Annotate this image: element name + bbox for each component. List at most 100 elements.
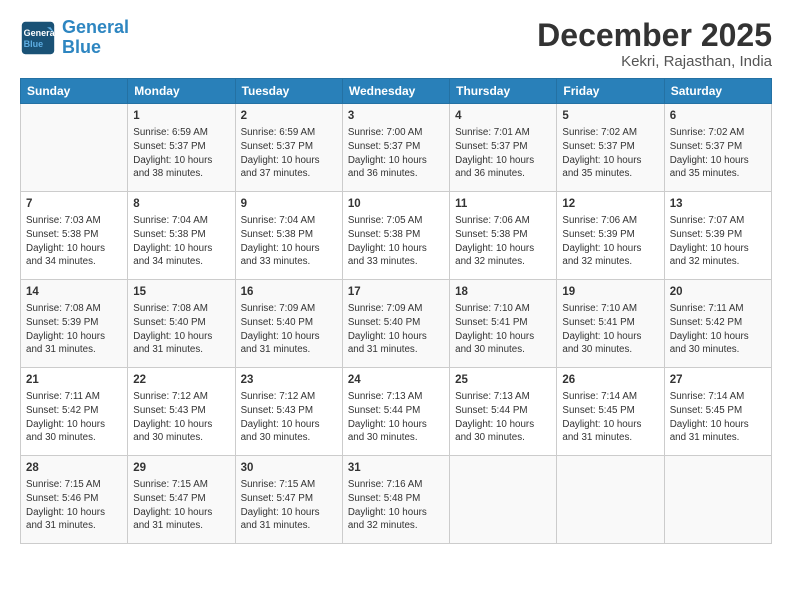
- calendar-cell: 28 Sunrise: 7:15 AM Sunset: 5:46 PM Dayli…: [21, 456, 128, 544]
- cell-info: Sunrise: 6:59 AM Sunset: 5:37 PM Dayligh…: [133, 126, 229, 181]
- calendar-cell: 13 Sunrise: 7:07 AM Sunset: 5:39 PM Dayli…: [664, 192, 771, 280]
- month-title: December 2025: [537, 18, 772, 53]
- col-header-tuesday: Tuesday: [235, 79, 342, 104]
- cell-info: Sunrise: 7:12 AM Sunset: 5:43 PM Dayligh…: [133, 390, 229, 445]
- cell-info: Sunrise: 7:15 AM Sunset: 5:47 PM Dayligh…: [133, 478, 229, 533]
- cell-info: Sunrise: 7:10 AM Sunset: 5:41 PM Dayligh…: [562, 302, 658, 357]
- col-header-wednesday: Wednesday: [342, 79, 449, 104]
- cell-info: Sunrise: 7:08 AM Sunset: 5:40 PM Dayligh…: [133, 302, 229, 357]
- day-number: 25: [455, 372, 551, 388]
- calendar-cell: 16Sunrise: 7:09 AM Sunset: 5:40 PM Dayli…: [235, 280, 342, 368]
- day-number: 14: [26, 284, 122, 300]
- calendar-cell: [664, 456, 771, 544]
- calendar-cell: 15 Sunrise: 7:08 AM Sunset: 5:40 PM Dayli…: [128, 280, 235, 368]
- col-header-saturday: Saturday: [664, 79, 771, 104]
- calendar-cell: 1 Sunrise: 6:59 AM Sunset: 5:37 PM Daylig…: [128, 104, 235, 192]
- cell-info: Sunrise: 7:16 AM Sunset: 5:48 PM Dayligh…: [348, 478, 444, 533]
- day-number: 8: [133, 196, 229, 212]
- day-number: 4: [455, 108, 551, 124]
- cell-info: Sunrise: 7:08 AM Sunset: 5:39 PM Dayligh…: [26, 302, 122, 357]
- day-number: 6: [670, 108, 766, 124]
- day-number: 29: [133, 460, 229, 476]
- day-number: 11: [455, 196, 551, 212]
- day-number: 27: [670, 372, 766, 388]
- calendar-cell: 14 Sunrise: 7:08 AM Sunset: 5:39 PM Dayli…: [21, 280, 128, 368]
- day-number: 31: [348, 460, 444, 476]
- day-number: 13: [670, 196, 766, 212]
- cell-info: Sunrise: 7:14 AM Sunset: 5:45 PM Dayligh…: [670, 390, 766, 445]
- day-number: 5: [562, 108, 658, 124]
- title-block: December 2025 Kekri, Rajasthan, India: [537, 18, 772, 70]
- cell-info: Sunrise: 7:13 AM Sunset: 5:44 PM Dayligh…: [455, 390, 551, 445]
- calendar-cell: [450, 456, 557, 544]
- day-number: 12: [562, 196, 658, 212]
- day-number: 26: [562, 372, 658, 388]
- day-number: 22: [133, 372, 229, 388]
- calendar-cell: 3 Sunrise: 7:00 AM Sunset: 5:37 PM Daylig…: [342, 104, 449, 192]
- calendar-row: 28 Sunrise: 7:15 AM Sunset: 5:46 PM Dayli…: [21, 456, 772, 544]
- subtitle: Kekri, Rajasthan, India: [537, 53, 772, 70]
- day-number: 2: [241, 108, 337, 124]
- calendar-cell: 2 Sunrise: 6:59 AM Sunset: 5:37 PM Daylig…: [235, 104, 342, 192]
- calendar-row: 7Sunrise: 7:03 AM Sunset: 5:38 PM Daylig…: [21, 192, 772, 280]
- cell-info: Sunrise: 7:09 AM Sunset: 5:40 PM Dayligh…: [348, 302, 444, 357]
- calendar-cell: 8 Sunrise: 7:04 AM Sunset: 5:38 PM Daylig…: [128, 192, 235, 280]
- day-number: 1: [133, 108, 229, 124]
- page-container: General Blue GeneralBlue December 2025 K…: [0, 0, 792, 554]
- calendar-cell: 18 Sunrise: 7:10 AM Sunset: 5:41 PM Dayli…: [450, 280, 557, 368]
- calendar-cell: 7Sunrise: 7:03 AM Sunset: 5:38 PM Daylig…: [21, 192, 128, 280]
- calendar-cell: 23 Sunrise: 7:12 AM Sunset: 5:43 PM Dayli…: [235, 368, 342, 456]
- calendar-cell: 29 Sunrise: 7:15 AM Sunset: 5:47 PM Dayli…: [128, 456, 235, 544]
- logo-icon: General Blue: [20, 20, 56, 56]
- calendar-cell: [21, 104, 128, 192]
- cell-info: Sunrise: 7:12 AM Sunset: 5:43 PM Dayligh…: [241, 390, 337, 445]
- calendar-cell: 24 Sunrise: 7:13 AM Sunset: 5:44 PM Dayli…: [342, 368, 449, 456]
- calendar-cell: 26 Sunrise: 7:14 AM Sunset: 5:45 PM Dayli…: [557, 368, 664, 456]
- calendar-cell: 6 Sunrise: 7:02 AM Sunset: 5:37 PM Daylig…: [664, 104, 771, 192]
- cell-info: Sunrise: 7:15 AM Sunset: 5:46 PM Dayligh…: [26, 478, 122, 533]
- calendar-cell: 25 Sunrise: 7:13 AM Sunset: 5:44 PM Dayli…: [450, 368, 557, 456]
- cell-info: Sunrise: 7:04 AM Sunset: 5:38 PM Dayligh…: [133, 214, 229, 269]
- cell-info: Sunrise: 7:02 AM Sunset: 5:37 PM Dayligh…: [562, 126, 658, 181]
- calendar-cell: 9 Sunrise: 7:04 AM Sunset: 5:38 PM Daylig…: [235, 192, 342, 280]
- day-number: 28: [26, 460, 122, 476]
- cell-info: Sunrise: 7:13 AM Sunset: 5:44 PM Dayligh…: [348, 390, 444, 445]
- header-row: SundayMondayTuesdayWednesdayThursdayFrid…: [21, 79, 772, 104]
- cell-info: Sunrise: 7:01 AM Sunset: 5:37 PM Dayligh…: [455, 126, 551, 181]
- calendar-cell: 4 Sunrise: 7:01 AM Sunset: 5:37 PM Daylig…: [450, 104, 557, 192]
- header: General Blue GeneralBlue December 2025 K…: [20, 18, 772, 70]
- calendar-cell: 19Sunrise: 7:10 AM Sunset: 5:41 PM Dayli…: [557, 280, 664, 368]
- calendar-cell: 20Sunrise: 7:11 AM Sunset: 5:42 PM Dayli…: [664, 280, 771, 368]
- cell-info: Sunrise: 7:06 AM Sunset: 5:39 PM Dayligh…: [562, 214, 658, 269]
- calendar-row: 21Sunrise: 7:11 AM Sunset: 5:42 PM Dayli…: [21, 368, 772, 456]
- day-number: 24: [348, 372, 444, 388]
- day-number: 17: [348, 284, 444, 300]
- cell-info: Sunrise: 6:59 AM Sunset: 5:37 PM Dayligh…: [241, 126, 337, 181]
- cell-info: Sunrise: 7:02 AM Sunset: 5:37 PM Dayligh…: [670, 126, 766, 181]
- calendar-cell: 30Sunrise: 7:15 AM Sunset: 5:47 PM Dayli…: [235, 456, 342, 544]
- day-number: 23: [241, 372, 337, 388]
- day-number: 3: [348, 108, 444, 124]
- cell-info: Sunrise: 7:00 AM Sunset: 5:37 PM Dayligh…: [348, 126, 444, 181]
- cell-info: Sunrise: 7:07 AM Sunset: 5:39 PM Dayligh…: [670, 214, 766, 269]
- calendar-cell: 21Sunrise: 7:11 AM Sunset: 5:42 PM Dayli…: [21, 368, 128, 456]
- calendar-cell: 27 Sunrise: 7:14 AM Sunset: 5:45 PM Dayli…: [664, 368, 771, 456]
- calendar-cell: 22 Sunrise: 7:12 AM Sunset: 5:43 PM Dayli…: [128, 368, 235, 456]
- cell-info: Sunrise: 7:14 AM Sunset: 5:45 PM Dayligh…: [562, 390, 658, 445]
- day-number: 15: [133, 284, 229, 300]
- day-number: 7: [26, 196, 122, 212]
- cell-info: Sunrise: 7:10 AM Sunset: 5:41 PM Dayligh…: [455, 302, 551, 357]
- calendar-row: 14 Sunrise: 7:08 AM Sunset: 5:39 PM Dayli…: [21, 280, 772, 368]
- calendar-cell: 31 Sunrise: 7:16 AM Sunset: 5:48 PM Dayli…: [342, 456, 449, 544]
- calendar-cell: [557, 456, 664, 544]
- cell-info: Sunrise: 7:04 AM Sunset: 5:38 PM Dayligh…: [241, 214, 337, 269]
- col-header-sunday: Sunday: [21, 79, 128, 104]
- calendar-row: 1 Sunrise: 6:59 AM Sunset: 5:37 PM Daylig…: [21, 104, 772, 192]
- day-number: 21: [26, 372, 122, 388]
- calendar-cell: 5 Sunrise: 7:02 AM Sunset: 5:37 PM Daylig…: [557, 104, 664, 192]
- day-number: 9: [241, 196, 337, 212]
- calendar-table: SundayMondayTuesdayWednesdayThursdayFrid…: [20, 78, 772, 544]
- day-number: 18: [455, 284, 551, 300]
- calendar-cell: 12 Sunrise: 7:06 AM Sunset: 5:39 PM Dayli…: [557, 192, 664, 280]
- cell-info: Sunrise: 7:09 AM Sunset: 5:40 PM Dayligh…: [241, 302, 337, 357]
